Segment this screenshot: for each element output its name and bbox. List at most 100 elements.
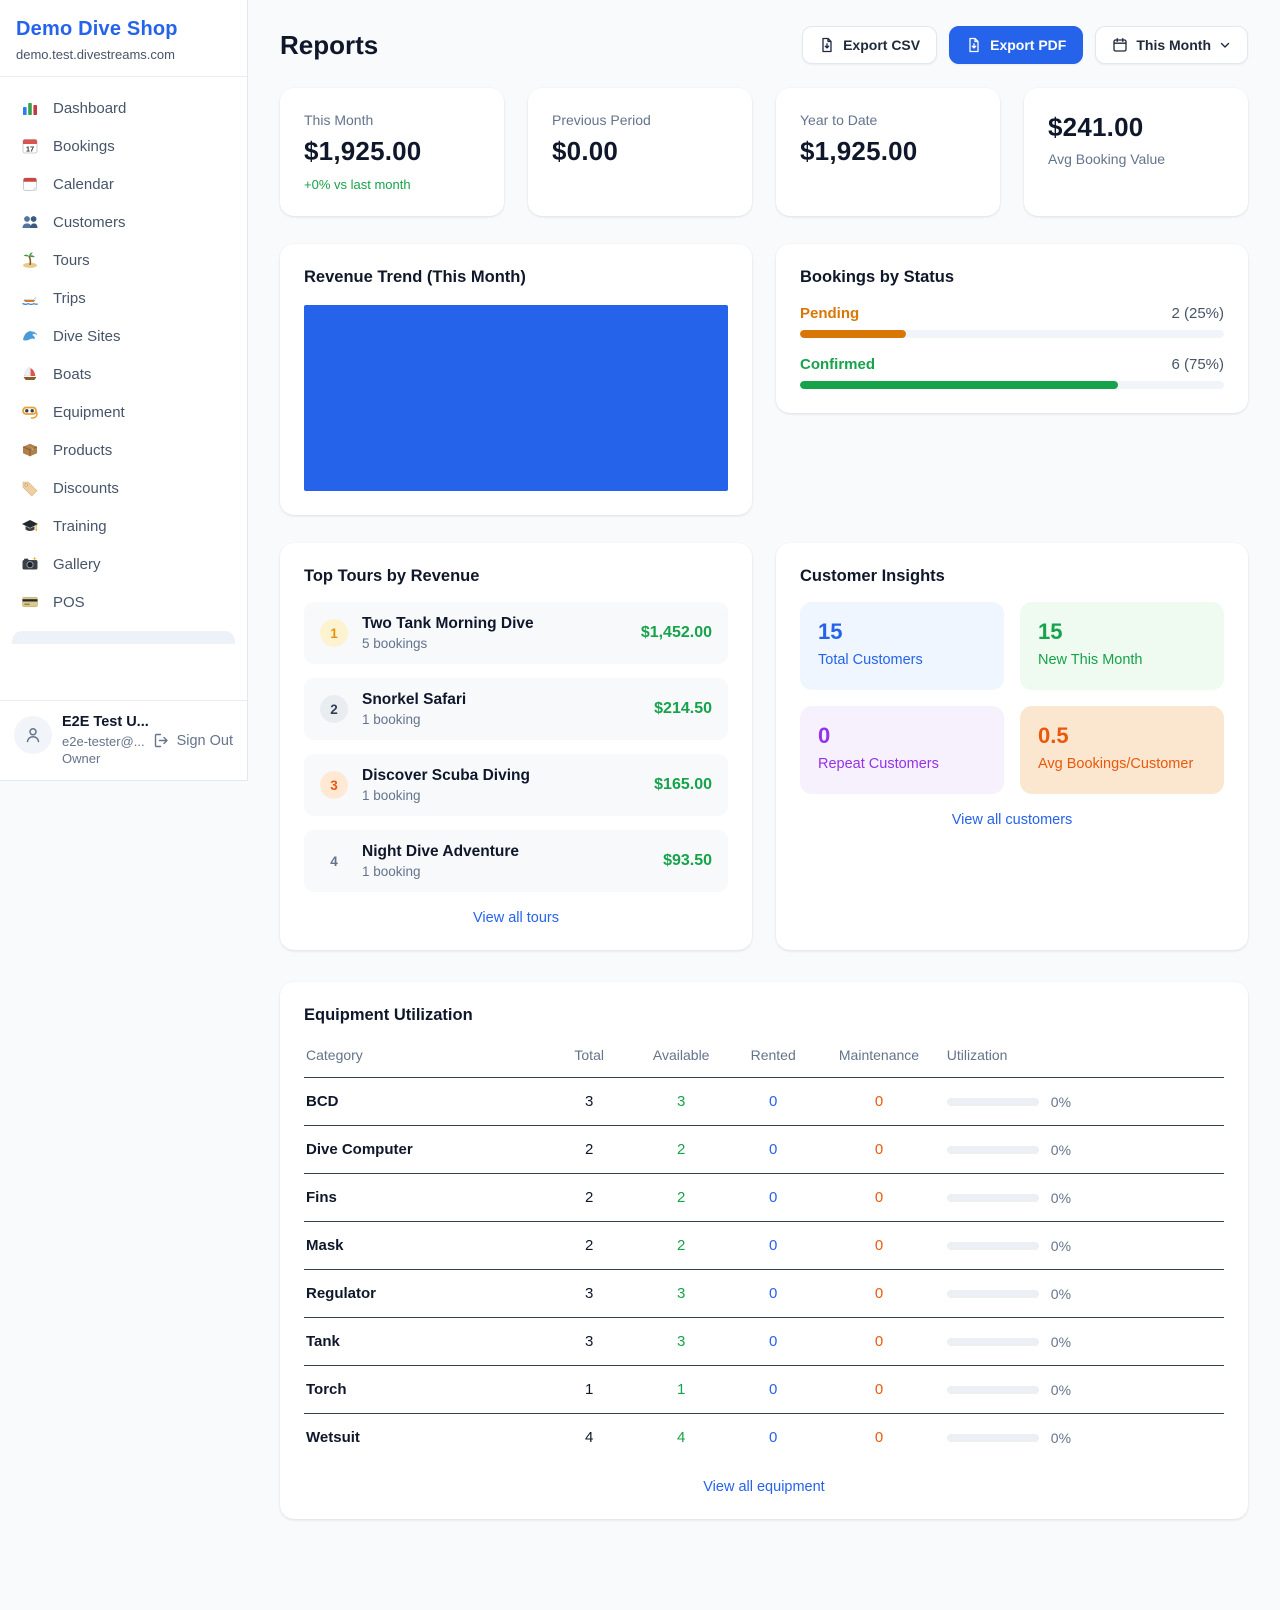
brand: Demo Dive Shop demo.test.divestreams.com bbox=[0, 0, 247, 77]
table-header-row: Category Total Available Rented Maintena… bbox=[304, 1035, 1224, 1078]
table-row: Regulator 3 3 0 0 0% bbox=[304, 1270, 1224, 1318]
sidebar-item-partial bbox=[12, 631, 235, 644]
sidebar-item-discounts[interactable]: Discounts bbox=[8, 469, 239, 507]
people-icon bbox=[20, 213, 40, 231]
sidebar-item-gallery[interactable]: Gallery bbox=[8, 545, 239, 583]
customer-insights-title: Customer Insights bbox=[800, 567, 1224, 586]
stat-card-this-month: This Month $1,925.00 +0% vs last month bbox=[280, 88, 504, 216]
view-all-customers-link[interactable]: View all customers bbox=[800, 812, 1224, 828]
brand-name: Demo Dive Shop bbox=[16, 18, 231, 41]
sidebar-item-pos[interactable]: POS bbox=[8, 583, 239, 621]
tag-icon bbox=[20, 479, 40, 497]
stat-delta: +0% vs last month bbox=[304, 177, 480, 192]
utilization-cell: 0% bbox=[947, 1286, 1216, 1302]
stat-value: $1,925.00 bbox=[304, 136, 480, 167]
stat-value: $0.00 bbox=[552, 136, 728, 167]
equipment-utilization-title: Equipment Utilization bbox=[304, 1006, 1224, 1025]
confirmed-bar-fill bbox=[800, 381, 1118, 389]
sidebar-item-tours[interactable]: Tours bbox=[8, 241, 239, 279]
equipment-table: Category Total Available Rented Maintena… bbox=[304, 1035, 1224, 1461]
pending-bar-track bbox=[800, 330, 1224, 338]
view-all-tours-link[interactable]: View all tours bbox=[304, 910, 728, 926]
file-download-icon bbox=[966, 37, 982, 53]
sidebar-item-trips[interactable]: Trips bbox=[8, 279, 239, 317]
utilization-cell: 0% bbox=[947, 1094, 1216, 1110]
rank-badge: 3 bbox=[320, 771, 348, 799]
user-name: E2E Test U... bbox=[62, 713, 143, 733]
confirmed-bar-track bbox=[800, 381, 1224, 389]
insight-repeat-customers: 0 Repeat Customers bbox=[800, 706, 1004, 794]
rank-badge: 4 bbox=[320, 847, 348, 875]
pending-bar-fill bbox=[800, 330, 906, 338]
status-row-confirmed: Confirmed 6 (75%) bbox=[800, 356, 1224, 389]
sidebar-item-dashboard[interactable]: Dashboard bbox=[8, 89, 239, 127]
table-row: Wetsuit 4 4 0 0 0% bbox=[304, 1414, 1224, 1462]
user-role: Owner bbox=[62, 750, 143, 768]
sign-out-button[interactable]: Sign Out bbox=[153, 732, 233, 749]
export-pdf-button[interactable]: Export PDF bbox=[949, 26, 1083, 64]
revenue-trend-chart bbox=[304, 305, 728, 491]
credit-card-icon bbox=[20, 593, 40, 611]
top-tours-title: Top Tours by Revenue bbox=[304, 567, 728, 586]
sidebar-item-customers[interactable]: Customers bbox=[8, 203, 239, 241]
tour-row: 1 Two Tank Morning Dive 5 bookings $1,45… bbox=[304, 602, 728, 664]
island-icon bbox=[20, 251, 40, 269]
tour-row: 4 Night Dive Adventure 1 booking $93.50 bbox=[304, 830, 728, 892]
sidebar-nav: Dashboard 17 Bookings Calendar Customers… bbox=[0, 77, 247, 700]
chevron-down-icon bbox=[1219, 39, 1231, 51]
table-row: BCD 3 3 0 0 0% bbox=[304, 1078, 1224, 1126]
table-row: Fins 2 2 0 0 0% bbox=[304, 1174, 1224, 1222]
sidebar-item-bookings[interactable]: 17 Bookings bbox=[8, 127, 239, 165]
view-all-equipment-link[interactable]: View all equipment bbox=[304, 1479, 1224, 1495]
sign-out-icon bbox=[153, 732, 170, 749]
brand-domain: demo.test.divestreams.com bbox=[16, 47, 231, 62]
calendar-17-icon: 17 bbox=[20, 137, 40, 155]
sidebar-item-equipment[interactable]: Equipment bbox=[8, 393, 239, 431]
sidebar-user-footer: E2E Test U... e2e-tester@... Owner Sign … bbox=[0, 700, 247, 780]
sidebar-item-products[interactable]: Products bbox=[8, 431, 239, 469]
sidebar-item-dive-sites[interactable]: Dive Sites bbox=[8, 317, 239, 355]
sailboat-icon bbox=[20, 365, 40, 383]
wave-icon bbox=[20, 327, 40, 345]
status-row-pending: Pending 2 (25%) bbox=[800, 305, 1224, 338]
utilization-cell: 0% bbox=[947, 1334, 1216, 1350]
tour-row: 3 Discover Scuba Diving 1 booking $165.0… bbox=[304, 754, 728, 816]
utilization-cell: 0% bbox=[947, 1238, 1216, 1254]
sidebar: Demo Dive Shop demo.test.divestreams.com… bbox=[0, 0, 248, 781]
speedboat-icon bbox=[20, 289, 40, 307]
table-row: Torch 1 1 0 0 0% bbox=[304, 1366, 1224, 1414]
sidebar-item-calendar[interactable]: Calendar bbox=[8, 165, 239, 203]
utilization-cell: 0% bbox=[947, 1382, 1216, 1398]
dive-mask-icon bbox=[20, 403, 40, 421]
period-select[interactable]: This Month bbox=[1095, 26, 1248, 64]
calendar-icon bbox=[1112, 37, 1128, 53]
equipment-utilization-card: Equipment Utilization Category Total Ava… bbox=[280, 982, 1248, 1519]
user-email: e2e-tester@... bbox=[62, 733, 143, 751]
bookings-by-status-title: Bookings by Status bbox=[800, 268, 1224, 287]
bar-chart-icon bbox=[20, 99, 40, 117]
graduation-cap-icon bbox=[20, 517, 40, 535]
person-icon bbox=[23, 725, 43, 745]
tear-off-calendar-icon bbox=[20, 175, 40, 193]
insight-avg-bookings: 0.5 Avg Bookings/Customer bbox=[1020, 706, 1224, 794]
file-download-icon bbox=[819, 37, 835, 53]
revenue-trend-title: Revenue Trend (This Month) bbox=[304, 268, 728, 287]
rank-badge: 1 bbox=[320, 619, 348, 647]
sidebar-item-boats[interactable]: Boats bbox=[8, 355, 239, 393]
stat-card-avg-booking-value: $241.00 Avg Booking Value bbox=[1024, 88, 1248, 216]
rank-badge: 2 bbox=[320, 695, 348, 723]
package-icon bbox=[20, 441, 40, 459]
table-row: Mask 2 2 0 0 0% bbox=[304, 1222, 1224, 1270]
main-content: Reports Export CSV Export PDF This Month… bbox=[248, 0, 1280, 1559]
export-csv-button[interactable]: Export CSV bbox=[802, 26, 937, 64]
utilization-cell: 0% bbox=[947, 1190, 1216, 1206]
table-row: Tank 3 3 0 0 0% bbox=[304, 1318, 1224, 1366]
revenue-trend-card: Revenue Trend (This Month) bbox=[280, 244, 752, 515]
page-title: Reports bbox=[280, 30, 378, 61]
insight-new-this-month: 15 New This Month bbox=[1020, 602, 1224, 690]
tour-row: 2 Snorkel Safari 1 booking $214.50 bbox=[304, 678, 728, 740]
utilization-cell: 0% bbox=[947, 1430, 1216, 1446]
sidebar-item-training[interactable]: Training bbox=[8, 507, 239, 545]
stat-card-year-to-date: Year to Date $1,925.00 bbox=[776, 88, 1000, 216]
table-row: Dive Computer 2 2 0 0 0% bbox=[304, 1126, 1224, 1174]
